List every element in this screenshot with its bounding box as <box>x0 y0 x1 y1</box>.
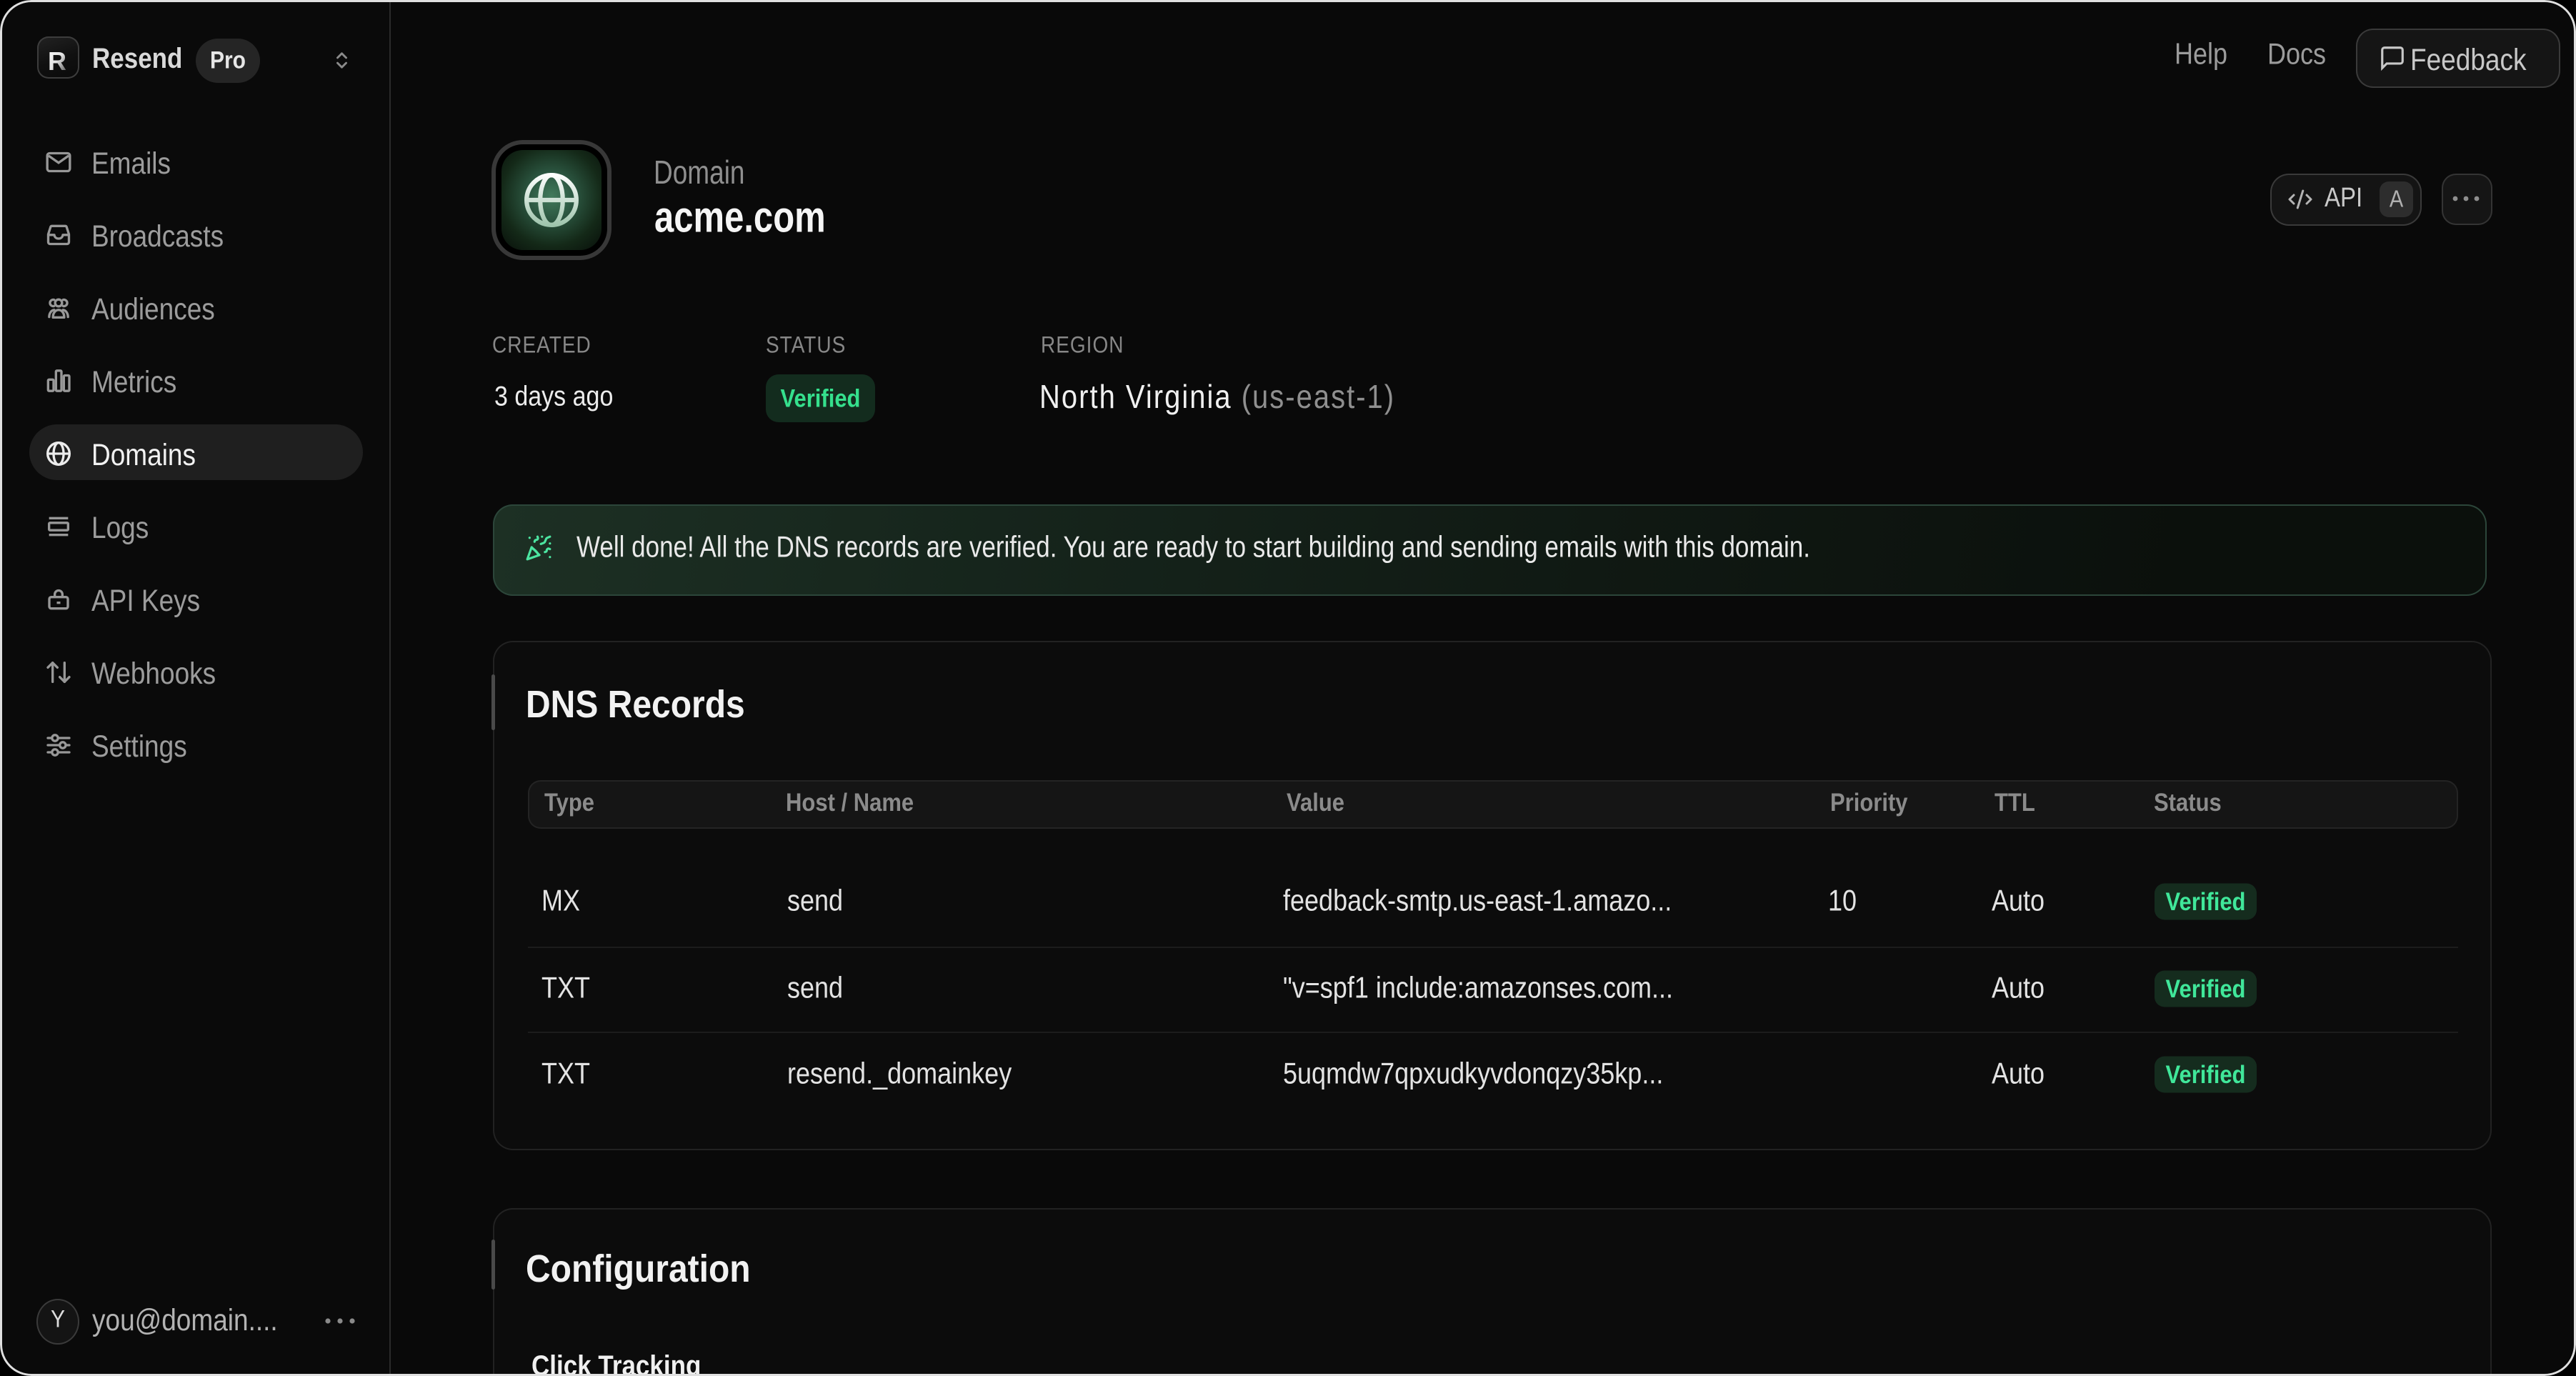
svg-text:R: R <box>48 46 66 74</box>
